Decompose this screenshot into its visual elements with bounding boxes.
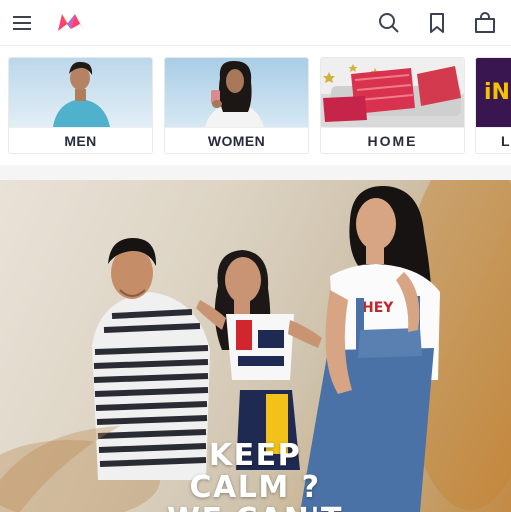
men-category-image (9, 58, 152, 127)
menu-button[interactable] (9, 10, 35, 36)
hero-headline-line2: CALM ? (189, 470, 321, 505)
hamburger-menu-icon (13, 16, 31, 30)
category-men-card[interactable]: MEN (8, 57, 153, 154)
top-header (0, 0, 511, 46)
shopping-bag-icon (475, 12, 495, 33)
category-women-card[interactable]: WOMEN (164, 57, 309, 154)
women-category-image (165, 58, 308, 127)
myntra-logo-icon[interactable] (56, 11, 86, 33)
bookmark-icon (430, 13, 444, 33)
search-icon (379, 13, 399, 33)
svg-text:HEY: HEY (362, 300, 394, 316)
category-fourth-badge: iN (484, 80, 510, 105)
category-women-label: WOMEN (165, 127, 308, 153)
search-button[interactable] (376, 10, 402, 36)
category-fourth-card[interactable]: iN L (475, 57, 511, 154)
category-men-label: MEN (9, 127, 152, 153)
category-strip: MEN WOMEN HOME iN L (0, 47, 511, 165)
category-home-label: HOME (321, 127, 464, 153)
fourth-category-image: iN (476, 58, 511, 127)
section-divider (0, 165, 511, 180)
category-fourth-label: L (476, 127, 511, 153)
hero-banner[interactable]: HEY KEEP CALM ? WE CAN'T (0, 180, 511, 512)
wishlist-button[interactable] (424, 10, 450, 36)
home-category-image (321, 58, 464, 127)
category-home-card[interactable]: HOME (320, 57, 465, 154)
bag-button[interactable] (472, 10, 498, 36)
hero-headline-line3: WE CAN'T (0, 502, 510, 512)
model-woman-center (196, 250, 322, 470)
hero-headline-line1: KEEP (208, 438, 302, 473)
